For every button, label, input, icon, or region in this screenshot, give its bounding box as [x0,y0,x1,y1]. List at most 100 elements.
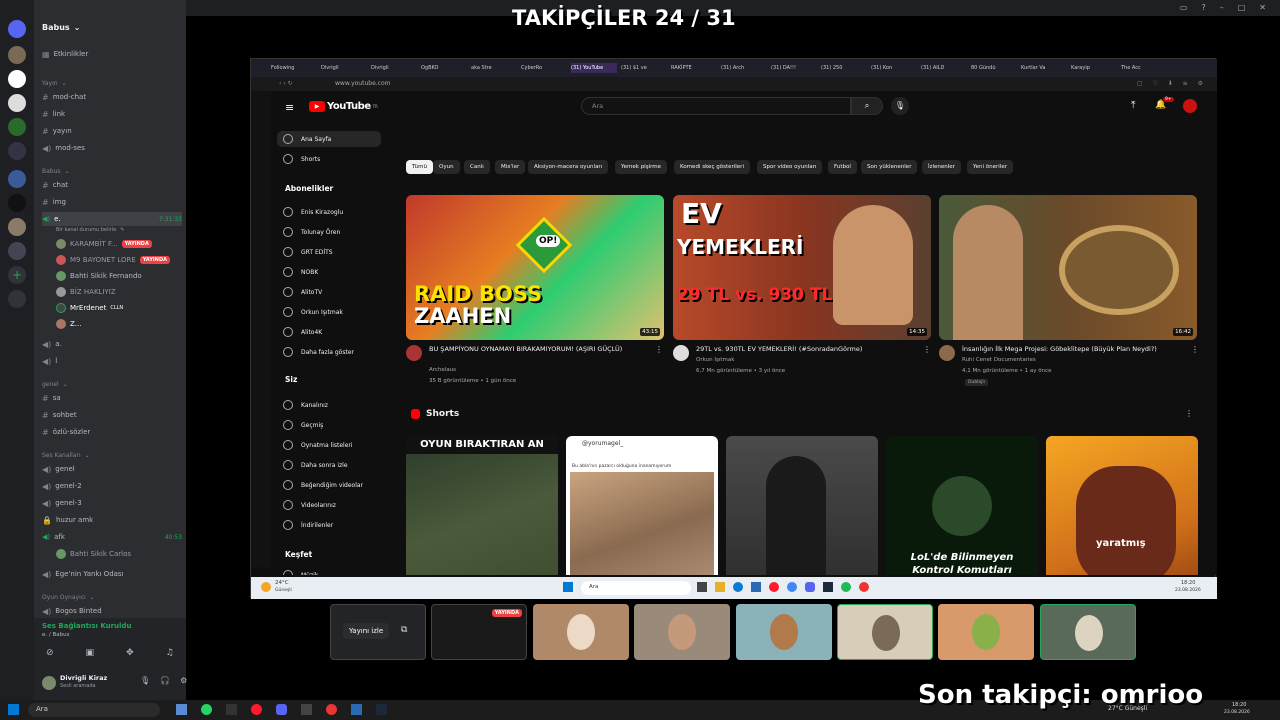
short-card[interactable]: LoL'de Bilinmeyen Kontrol Komutları [886,436,1038,575]
filter-chip[interactable]: Aksiyon-macera oyunları [528,160,609,174]
store-icon[interactable] [751,582,761,592]
channel-avatar[interactable] [939,345,955,361]
participant-tile[interactable] [533,604,629,660]
app-icon[interactable] [326,704,337,715]
browser-tab[interactable]: (31) 250 [821,63,867,73]
participant-tile[interactable] [1040,604,1136,660]
windows-start-icon[interactable] [563,582,573,592]
video-thumbnail[interactable]: 16:42 [939,195,1197,340]
voice-user[interactable]: M9 BAYONET LORE YAYINDA [56,253,170,267]
whatsapp-icon[interactable] [201,704,212,715]
filter-chip[interactable]: Spor video oyunları [757,160,823,174]
video-channel[interactable]: Ruhi Cenet Documentaries [962,355,1036,366]
browser-tab[interactable]: Kurtlar Va [1021,63,1067,73]
browser-tab[interactable]: Divrigli [371,63,417,73]
gear-icon[interactable]: ⚙ [180,676,187,685]
channel-item[interactable]: # mod-chat [42,90,86,104]
popout-icon[interactable]: ⧉ [401,625,407,635]
voice-channel-item[interactable]: ◀) a. [42,337,62,351]
category-ses[interactable]: Ses Kanalları ⌄ [42,448,90,462]
sidebar-item-subscription[interactable]: NOBK [283,265,318,279]
short-card[interactable]: OYUN BIRAKTIRAN AN [406,436,558,575]
app-icon[interactable] [859,582,869,592]
voice-channel-item[interactable]: ◀) Bogos Binted [42,604,102,618]
voice-channel-item[interactable]: ◀) Ege'nin Yankı Odası [42,567,124,581]
discover-icon[interactable] [8,290,26,308]
voice-user[interactable]: MrErdenet CLLN [56,301,123,315]
browser-tab[interactable]: Following [271,63,317,73]
voice-channel-item[interactable]: 🔒 huzur amk [42,513,93,527]
edge-icon[interactable] [733,582,743,592]
browser-tab[interactable]: aka Stre [471,63,517,73]
opera-icon[interactable] [251,704,262,715]
windows-start-icon[interactable] [8,704,19,715]
video-thumbnail[interactable]: OP! RAID BOSS ZAAHEN 43:15 [406,195,664,340]
maximize-icon[interactable]: □ [1238,3,1246,12]
browser-tab[interactable]: (31) Arch [721,63,767,73]
filter-chip[interactable]: Komedi skeç gösterileri [674,160,750,174]
discord-icon[interactable] [805,582,815,592]
channel-item[interactable]: # sa [42,391,61,405]
back-icon[interactable]: ‹ › ↻ [279,80,293,87]
channel-item[interactable]: # link [42,107,65,121]
sidebar-item-you[interactable]: Videolarınız [283,498,336,512]
channel-avatar[interactable] [406,345,422,361]
sidebar-item-you[interactable]: Daha sonra izle [283,458,348,472]
channel-item[interactable]: # özlü-sözler [42,425,90,439]
avatar[interactable] [1183,99,1197,113]
browser-tab[interactable]: RAKİPTE [671,63,717,73]
inbox-icon[interactable]: ▭ [1180,3,1188,12]
participant-tile[interactable] [634,604,730,660]
browser-tab[interactable]: Divrigli [321,63,367,73]
channel-item[interactable]: # img [42,195,66,209]
browser-tab[interactable]: Karayip [1071,63,1117,73]
voice-user[interactable]: BİZ HAKLIYIZ [56,285,116,299]
screen-share-icon[interactable]: ▣ [86,648,95,658]
url-field[interactable]: www.youtube.com [335,80,390,87]
discord-home-icon[interactable] [8,20,26,38]
opera-icon[interactable] [769,582,779,592]
steam-icon[interactable] [823,582,833,592]
channel-item[interactable]: # chat [42,178,68,192]
channel-avatar[interactable] [673,345,689,361]
browser-tab[interactable]: (31) Kon [871,63,917,73]
avatar[interactable] [42,676,56,690]
explorer-icon[interactable] [715,582,725,592]
you-heading[interactable]: Siz [285,375,297,384]
watch-stream-button[interactable]: Yayını izle [343,623,390,639]
participant-tile[interactable] [837,604,933,660]
browser-tab-active[interactable]: (31) YouTube [571,63,617,73]
sidebar-item-you[interactable]: Oynatma listeleri [283,438,353,452]
sidebar-item-subscription[interactable]: Daha fazla göster [283,345,354,359]
clock-time[interactable]: 18:20 [1232,702,1246,708]
server-icon[interactable] [8,70,26,88]
sidebar-item-subscription[interactable]: Alito4K [283,325,322,339]
app-icon[interactable] [351,704,362,715]
video-title[interactable]: BU ŞAMPİYONU OYNAMAYI BIRAKAMIYORUM! (AŞ… [429,345,649,354]
sidebar-item-you[interactable]: Kanalınız [283,398,328,412]
subscriptions-heading[interactable]: Abonelikler [285,184,333,193]
events-item[interactable]: ▦ Etkinlikler [42,47,88,61]
explore-heading[interactable]: Keşfet [285,550,312,559]
video-channel[interactable]: Archelaus [429,365,456,376]
browser-tab[interactable]: OgBKO [421,63,467,73]
task-view-icon[interactable] [697,582,707,592]
voice-channel-item[interactable]: ◀) genel [42,462,75,476]
server-icon[interactable] [8,46,26,64]
clock-date[interactable]: 23.08.2026 [1224,710,1250,715]
server-icon[interactable] [8,242,26,260]
video-title[interactable]: İnsanlığın İlk Mega Projesi: Göbeklitepe… [962,345,1192,354]
more-icon[interactable]: ⋮ [1191,345,1199,354]
short-card[interactable]: yaratmış [1046,436,1198,575]
sidebar-item-subscription[interactable]: AlitoTV [283,285,322,299]
camera-off-icon[interactable]: ⊘ [46,648,54,658]
clock-date[interactable]: 23.08.2026 [1175,588,1201,593]
voice-channel-item[interactable]: ◀) mod-ses [42,141,85,155]
video-thumbnail[interactable]: EV YEMEKLERİ 29 TL vs. 930 TL 14:35 [673,195,931,340]
browser-tab[interactable]: (31) AILD [921,63,967,73]
chrome-icon[interactable] [787,582,797,592]
server-icon[interactable] [8,118,26,136]
sidebar-item-subscription[interactable]: GRT EDİTS [283,245,333,259]
taskbar-search[interactable]: Ara [28,703,160,717]
sidebar-item-shorts[interactable]: Shorts [283,152,320,166]
